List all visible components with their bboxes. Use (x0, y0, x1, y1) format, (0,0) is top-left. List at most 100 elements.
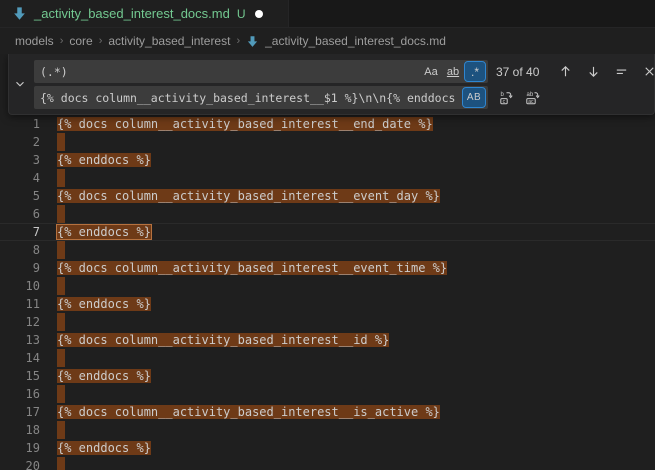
line-content: {% docs column__activity_based_interest_… (57, 403, 440, 421)
previous-match-button[interactable] (555, 61, 576, 82)
breadcrumb-filename: _activity_based_interest_docs.md (265, 34, 446, 48)
editor-pane[interactable]: 1{% docs column__activity_based_interest… (0, 54, 655, 470)
line-content: {% docs column__activity_based_interest_… (57, 331, 389, 349)
toggle-replace-button[interactable] (9, 54, 31, 114)
line-number: 7 (0, 223, 40, 241)
whole-word-toggle[interactable]: ab (443, 62, 463, 81)
line-number: 19 (0, 439, 40, 457)
regex-toggle[interactable]: .* (465, 62, 485, 81)
find-match-highlight (57, 133, 65, 151)
line-number: 10 (0, 277, 40, 295)
modified-dot-icon[interactable] (255, 10, 263, 18)
tab-bar: _activity_based_interest_docs.md U (0, 0, 655, 28)
find-match-highlight (57, 457, 65, 470)
breadcrumb-item-folder[interactable]: activity_based_interest (108, 34, 230, 48)
find-match-highlight (57, 205, 65, 223)
line-content: {% enddocs %} (57, 295, 151, 313)
find-match-highlight: {% docs column__activity_based_interest_… (57, 117, 433, 131)
breadcrumb-separator: › (60, 35, 64, 47)
editor-line[interactable]: 19{% enddocs %} (0, 439, 655, 457)
breadcrumb-item-core[interactable]: core (69, 34, 92, 48)
line-content (57, 313, 65, 331)
line-content: {% docs column__activity_based_interest_… (57, 187, 440, 205)
find-input[interactable]: (.*) Aa ab .* (34, 60, 488, 83)
close-find-widget-button[interactable] (639, 61, 655, 82)
find-match-highlight (57, 385, 65, 403)
editor-line[interactable]: 5 {% docs column__activity_based_interest… (0, 187, 655, 205)
find-match-highlight (57, 313, 65, 331)
editor-line[interactable]: 18 (0, 421, 655, 439)
find-match-highlight: {% enddocs %} (57, 153, 151, 167)
editor-line[interactable]: 8 (0, 241, 655, 259)
breadcrumb-separator: › (99, 35, 103, 47)
breadcrumb-item-file[interactable]: _activity_based_interest_docs.md (246, 34, 446, 48)
find-match-highlight: {% docs column__activity_based_interest_… (57, 189, 440, 203)
editor-line[interactable]: 13 {% docs column__activity_based_interes… (0, 331, 655, 349)
find-match-highlight: {% docs column__activity_based_interest_… (57, 333, 389, 347)
breadcrumb: models › core › activity_based_interest … (0, 28, 655, 54)
line-content (57, 277, 65, 295)
breadcrumb-separator: › (236, 35, 240, 47)
line-number: 20 (0, 457, 40, 470)
editor-line[interactable]: 17 {% docs column__activity_based_interes… (0, 403, 655, 421)
find-match-highlight (57, 421, 65, 439)
editor-line[interactable]: 1{% docs column__activity_based_interest… (0, 115, 655, 133)
line-number: 12 (0, 313, 40, 331)
line-number: 11 (0, 295, 40, 313)
line-content (57, 169, 65, 187)
line-content: {% enddocs %} (57, 367, 151, 385)
editor-line[interactable]: 12 (0, 313, 655, 331)
find-replace-widget: (.*) Aa ab .* 37 of 40 {% docs column__a… (8, 54, 655, 115)
svg-text:ac: ac (528, 98, 534, 104)
line-content (57, 457, 65, 470)
svg-text:b: b (500, 92, 504, 98)
line-content: {% enddocs %} (57, 151, 151, 169)
markdown-file-icon (246, 34, 260, 48)
line-content: {% enddocs %} (57, 223, 151, 241)
find-match-highlight: {% enddocs %} (57, 297, 151, 311)
editor-line[interactable]: 15{% enddocs %} (0, 367, 655, 385)
line-content: {% docs column__activity_based_interest_… (57, 259, 447, 277)
line-number: 13 (0, 331, 40, 349)
line-content (57, 421, 65, 439)
line-content (57, 133, 65, 151)
current-find-match: {% enddocs %} (57, 225, 151, 239)
editor-lines: 1{% docs column__activity_based_interest… (0, 115, 655, 470)
editor-line[interactable]: 7 {% enddocs %} (0, 223, 655, 241)
tab-filename: _activity_based_interest_docs.md (34, 6, 230, 21)
replace-all-button[interactable]: ab ac (521, 87, 542, 108)
find-match-highlight: {% docs column__activity_based_interest_… (57, 261, 447, 275)
find-match-highlight (57, 349, 65, 367)
line-number: 14 (0, 349, 40, 367)
editor-line[interactable]: 2 (0, 133, 655, 151)
editor-tab[interactable]: _activity_based_interest_docs.md U (0, 0, 289, 27)
line-number: 17 (0, 403, 40, 421)
find-in-selection-button[interactable] (611, 61, 632, 82)
replace-input[interactable]: {% docs column__activity_based_interest_… (34, 86, 488, 109)
git-status-badge: U (237, 7, 246, 21)
editor-line[interactable]: 10 (0, 277, 655, 295)
editor-line[interactable]: 3 {% enddocs %} (0, 151, 655, 169)
line-number: 8 (0, 241, 40, 259)
editor-line[interactable]: 4 (0, 169, 655, 187)
editor-line[interactable]: 6 (0, 205, 655, 223)
find-query: (.*) (40, 65, 419, 79)
next-match-button[interactable] (583, 61, 604, 82)
editor-line[interactable]: 14 (0, 349, 655, 367)
line-content (57, 385, 65, 403)
match-case-toggle[interactable]: Aa (421, 62, 441, 81)
line-number: 3 (0, 151, 40, 169)
line-number: 18 (0, 421, 40, 439)
line-number: 16 (0, 385, 40, 403)
find-match-highlight (57, 169, 65, 187)
preserve-case-toggle[interactable]: AB (463, 88, 485, 107)
line-number: 5 (0, 187, 40, 205)
editor-line[interactable]: 16 (0, 385, 655, 403)
editor-line[interactable]: 20 (0, 457, 655, 470)
breadcrumb-item-models[interactable]: models (15, 34, 54, 48)
replace-button[interactable]: b c (495, 87, 516, 108)
svg-text:ab: ab (526, 92, 533, 98)
editor-line[interactable]: 11 {% enddocs %} (0, 295, 655, 313)
line-content (57, 241, 65, 259)
editor-line[interactable]: 9{% docs column__activity_based_interest… (0, 259, 655, 277)
